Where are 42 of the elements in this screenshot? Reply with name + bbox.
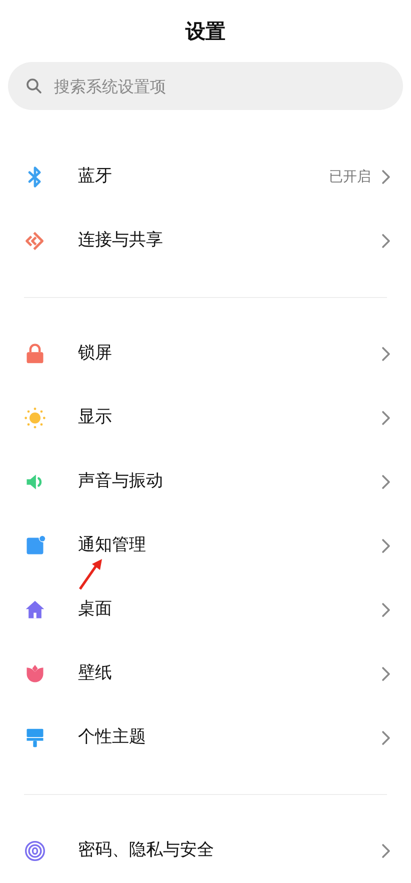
settings-row[interactable]: 桌面 (0, 578, 411, 642)
row-value: 已开启 (329, 168, 371, 186)
chevron-right-icon (381, 538, 391, 554)
row-label: 桌面 (78, 598, 113, 622)
paint-roller-icon (24, 727, 46, 749)
settings-row[interactable]: 个性主题 (0, 706, 411, 770)
chevron-right-icon (381, 474, 391, 490)
home-icon (24, 599, 46, 621)
settings-row[interactable]: 声音与振动 (0, 450, 411, 514)
settings-row[interactable]: 通知管理 (0, 514, 411, 578)
notification-icon (24, 535, 46, 557)
chevron-right-icon (381, 843, 391, 859)
row-label: 个性主题 (78, 726, 147, 750)
search-icon (26, 78, 42, 94)
row-label: 连接与共享 (78, 229, 164, 252)
tulip-icon (24, 663, 46, 685)
row-label: 壁纸 (78, 662, 113, 686)
settings-row[interactable]: 锁屏 (0, 322, 411, 386)
chevron-right-icon (381, 602, 391, 618)
chevron-right-icon (381, 730, 391, 746)
fingerprint-icon (24, 840, 46, 862)
row-label: 通知管理 (78, 534, 147, 558)
row-label: 锁屏 (78, 342, 113, 366)
row-label: 显示 (78, 406, 113, 430)
chevron-right-icon (381, 233, 391, 249)
chevron-right-icon (381, 410, 391, 426)
chevron-right-icon (381, 346, 391, 362)
lock-icon (24, 343, 46, 365)
settings-row[interactable]: 蓝牙 已开启 (0, 145, 411, 209)
sun-icon (24, 407, 46, 429)
page-title: 设置 (186, 18, 226, 45)
row-label: 密码、隐私与安全 (78, 839, 215, 862)
chevron-right-icon (381, 169, 391, 185)
chevron-right-icon (381, 666, 391, 682)
settings-row[interactable]: 显示 (0, 386, 411, 450)
settings-row[interactable]: 密码、隐私与安全 (0, 819, 411, 883)
search-field[interactable]: 搜索系统设置项 (8, 62, 403, 110)
share-icon (24, 230, 46, 252)
settings-row[interactable]: 壁纸 (0, 642, 411, 706)
row-label: 蓝牙 (78, 165, 113, 188)
settings-row[interactable]: 连接与共享 (0, 209, 411, 273)
row-label: 声音与振动 (78, 470, 164, 494)
